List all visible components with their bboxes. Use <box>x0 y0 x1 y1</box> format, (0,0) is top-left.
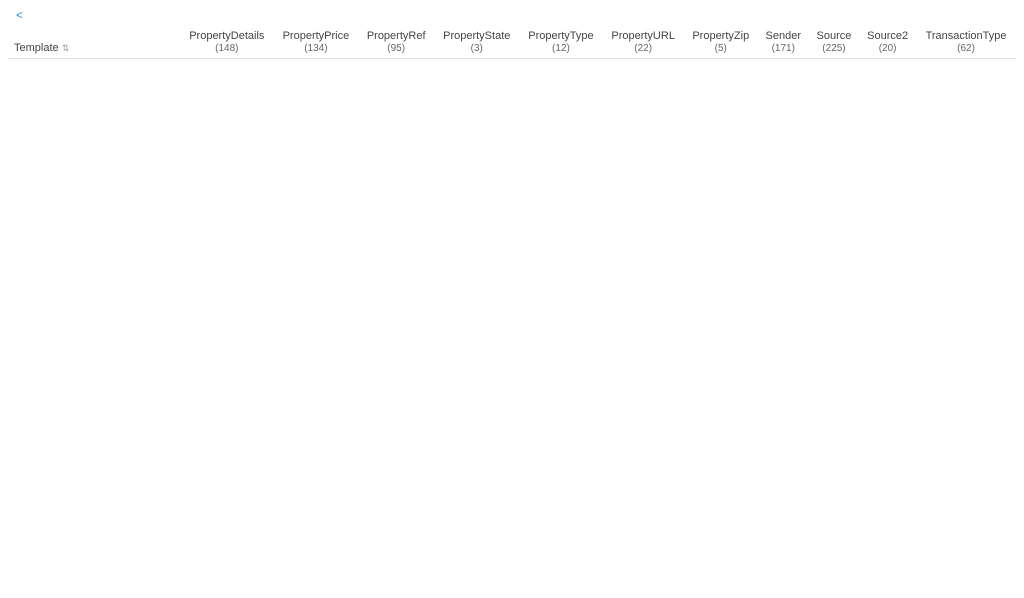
column-header-propertyRef: PropertyRef(95) <box>358 26 434 59</box>
column-header-propertyZip: PropertyZip(5) <box>684 26 758 59</box>
column-header-propertyURL: PropertyURL(22) <box>603 26 684 59</box>
column-header-transactionType: TransactionType(62) <box>916 26 1016 59</box>
field-usage-table-container: Template ⇅PropertyDetails(148)PropertyPr… <box>0 26 1024 59</box>
column-header-source: Source(225) <box>809 26 859 59</box>
column-header-propertyDetails: PropertyDetails(148) <box>180 26 274 59</box>
back-to-fields-link[interactable] <box>16 8 23 22</box>
sort-icon: ⇅ <box>62 43 70 54</box>
column-header-source2: Source2(20) <box>859 26 916 59</box>
column-header-template[interactable]: Template ⇅ <box>8 26 180 59</box>
column-header-sender: Sender(171) <box>758 26 809 59</box>
column-header-propertyPrice: PropertyPrice(134) <box>274 26 359 59</box>
field-usage-table: Template ⇅PropertyDetails(148)PropertyPr… <box>8 26 1016 59</box>
column-header-propertyState: PropertyState(3) <box>434 26 519 59</box>
column-header-propertyType: PropertyType(12) <box>519 26 602 59</box>
